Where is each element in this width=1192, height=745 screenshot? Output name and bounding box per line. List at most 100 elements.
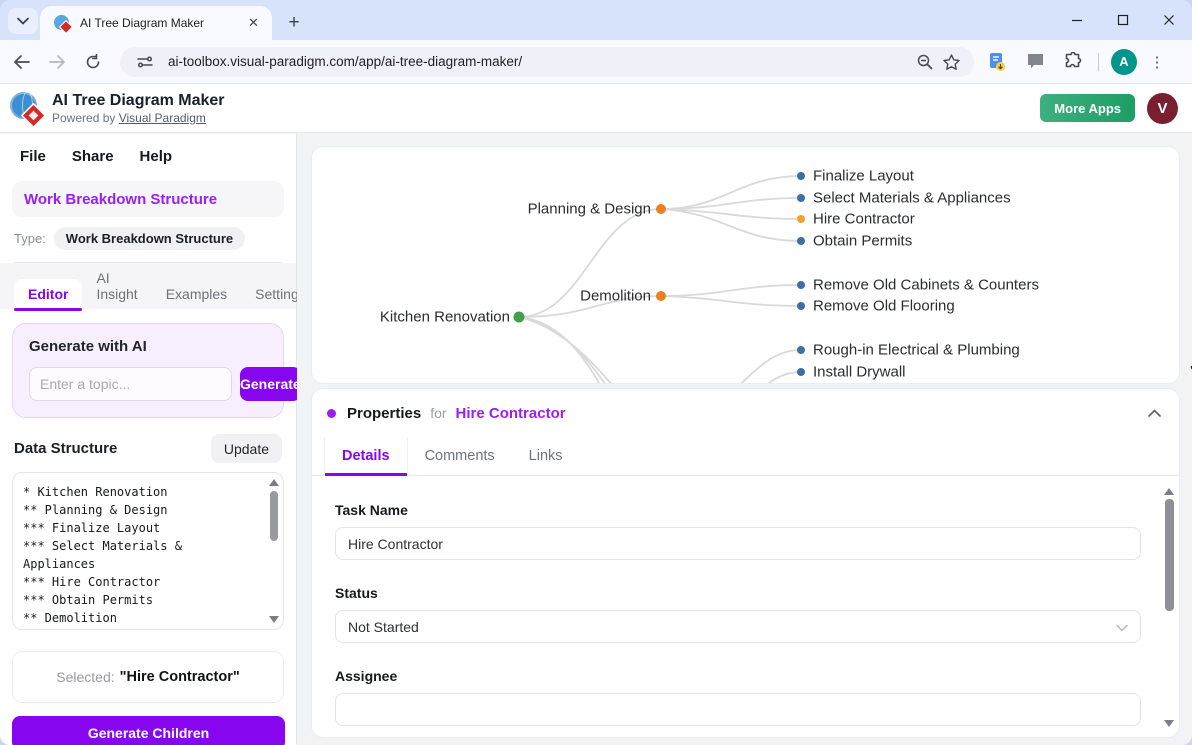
menu-file[interactable]: File [20, 148, 46, 165]
chevron-down-icon [1116, 619, 1128, 635]
tree-node-leaf[interactable]: Obtain Permits [813, 233, 912, 250]
reload-icon[interactable] [78, 47, 108, 77]
tree-node-branch[interactable]: Demolition [580, 288, 651, 305]
user-avatar[interactable]: V [1147, 93, 1178, 124]
properties-scrollbar[interactable] [1162, 484, 1176, 731]
properties-tabs: Details Comments Links [312, 437, 1179, 476]
tab-close-icon[interactable]: ✕ [245, 15, 262, 32]
root-node-dot[interactable] [514, 312, 525, 323]
tab-search-button[interactable] [8, 8, 38, 34]
tree-node-leaf[interactable]: Remove Old Cabinets & Counters [813, 277, 1039, 294]
collapse-chevron-icon[interactable] [1148, 404, 1161, 422]
selected-node-box: Selected: "Hire Contractor" [12, 651, 284, 703]
browser-menu-icon[interactable]: ⋮ [1143, 48, 1171, 76]
properties-for-label: for [430, 405, 446, 421]
leaf-node-dot[interactable] [797, 281, 805, 289]
visual-paradigm-link[interactable]: Visual Paradigm [119, 111, 206, 125]
site-settings-icon[interactable] [132, 49, 158, 75]
tree-node-leaf[interactable]: Select Materials & Appliances [813, 190, 1011, 207]
menu-help[interactable]: Help [140, 148, 173, 165]
browser-window: AI Tree Diagram Maker ✕ + [0, 0, 1192, 745]
scroll-up-icon[interactable] [269, 479, 279, 486]
scrollbar-thumb[interactable] [270, 491, 278, 541]
extensions-puzzle-icon[interactable] [1058, 47, 1088, 77]
main-area: Kitchen Renovation Planning & Design Dem… [297, 134, 1192, 745]
tree-node-leaf[interactable]: Remove Old Flooring [813, 298, 955, 315]
leaf-node-dot-selected[interactable] [797, 215, 805, 223]
tab-title: AI Tree Diagram Maker [80, 16, 245, 30]
browser-titlebar: AI Tree Diagram Maker ✕ + [0, 0, 1192, 40]
forward-icon[interactable] [42, 47, 72, 77]
tree-node-leaf[interactable]: Install Drywall [813, 364, 906, 381]
task-name-input[interactable] [335, 527, 1141, 560]
scrollbar-thumb[interactable] [1165, 499, 1174, 611]
update-button[interactable]: Update [211, 434, 282, 463]
data-structure-editor[interactable]: * Kitchen Renovation ** Planning & Desig… [12, 472, 284, 630]
leaf-node-dot[interactable] [797, 368, 805, 376]
tab-ai-insight[interactable]: AI Insight [82, 263, 151, 309]
properties-title: Properties [347, 405, 421, 422]
close-button[interactable] [1146, 0, 1192, 40]
tab-editor[interactable]: Editor [14, 279, 82, 309]
tab-examples[interactable]: Examples [152, 279, 241, 309]
tree-node-branch[interactable]: Planning & Design [528, 201, 651, 218]
mouse-cursor [1188, 352, 1192, 378]
tree-links [312, 147, 1180, 384]
menubar: File Share Help [0, 134, 296, 165]
branch-node-dot[interactable] [656, 204, 666, 214]
type-label: Type: [14, 231, 46, 246]
app-header: AI Tree Diagram Maker Powered by Visual … [0, 84, 1192, 133]
more-apps-button[interactable]: More Apps [1040, 94, 1135, 122]
properties-panel: Properties for Hire Contractor Details C… [311, 388, 1180, 738]
address-bar[interactable]: ai-toolbox.visual-paradigm.com/app/ai-tr… [120, 47, 974, 77]
tree-diagram-canvas[interactable]: Kitchen Renovation Planning & Design Dem… [311, 146, 1180, 384]
selected-value: "Hire Contractor" [120, 669, 240, 685]
branch-node-dot[interactable] [656, 291, 666, 301]
status-select[interactable]: Not Started [335, 610, 1141, 643]
minimize-button[interactable] [1054, 0, 1100, 40]
app-title: AI Tree Diagram Maker [52, 92, 225, 110]
status-value: Not Started [348, 619, 419, 635]
tab-comments[interactable]: Comments [408, 437, 512, 475]
properties-target[interactable]: Hire Contractor [456, 405, 566, 422]
data-structure-text[interactable]: * Kitchen Renovation ** Planning & Desig… [13, 473, 283, 630]
bookmark-star-icon[interactable] [938, 49, 964, 75]
tree-node-root[interactable]: Kitchen Renovation [380, 309, 510, 326]
generate-with-ai-panel: Generate with AI Generate [12, 323, 284, 418]
task-name-label: Task Name [335, 502, 1139, 518]
leaf-node-dot[interactable] [797, 172, 805, 180]
zoom-icon[interactable] [912, 49, 938, 75]
tab-details[interactable]: Details [324, 437, 408, 475]
powered-by: Powered by Visual Paradigm [52, 111, 225, 125]
tree-node-leaf[interactable]: Rough-in Electrical & Plumbing [813, 342, 1020, 359]
tree-node-leaf-selected[interactable]: Hire Contractor [813, 211, 915, 228]
visual-paradigm-logo-icon [10, 92, 43, 125]
leaf-node-dot[interactable] [797, 346, 805, 354]
topic-input[interactable] [29, 367, 232, 401]
browser-profile-avatar[interactable]: A [1111, 49, 1137, 75]
scroll-up-icon[interactable] [1164, 488, 1174, 495]
scroll-down-icon[interactable] [269, 616, 279, 623]
scroll-down-icon[interactable] [1164, 720, 1174, 727]
tree-node-leaf[interactable]: Finalize Layout [813, 168, 914, 185]
new-tab-button[interactable]: + [280, 9, 308, 37]
data-structure-scrollbar[interactable] [267, 475, 281, 627]
maximize-button[interactable] [1100, 0, 1146, 40]
assignee-input[interactable] [335, 693, 1141, 726]
menu-share[interactable]: Share [72, 148, 114, 165]
document-title[interactable]: Work Breakdown Structure [12, 181, 284, 217]
browser-tab[interactable]: AI Tree Diagram Maker ✕ [40, 6, 272, 40]
generate-button[interactable]: Generate [240, 367, 301, 401]
site-favicon-icon [54, 15, 71, 32]
leaf-node-dot[interactable] [797, 302, 805, 310]
tab-links[interactable]: Links [512, 437, 580, 475]
url-text[interactable]: ai-toolbox.visual-paradigm.com/app/ai-tr… [168, 54, 912, 69]
generate-children-button[interactable]: Generate Children [12, 716, 285, 745]
back-icon[interactable] [6, 47, 36, 77]
translate-extension-icon[interactable] [982, 47, 1012, 77]
sidebar-tabs: Editor AI Insight Examples Settings [0, 263, 296, 309]
leaf-node-dot[interactable] [797, 194, 805, 202]
comment-extension-icon[interactable] [1020, 47, 1050, 77]
leaf-node-dot[interactable] [797, 237, 805, 245]
generate-panel-title: Generate with AI [29, 338, 267, 355]
